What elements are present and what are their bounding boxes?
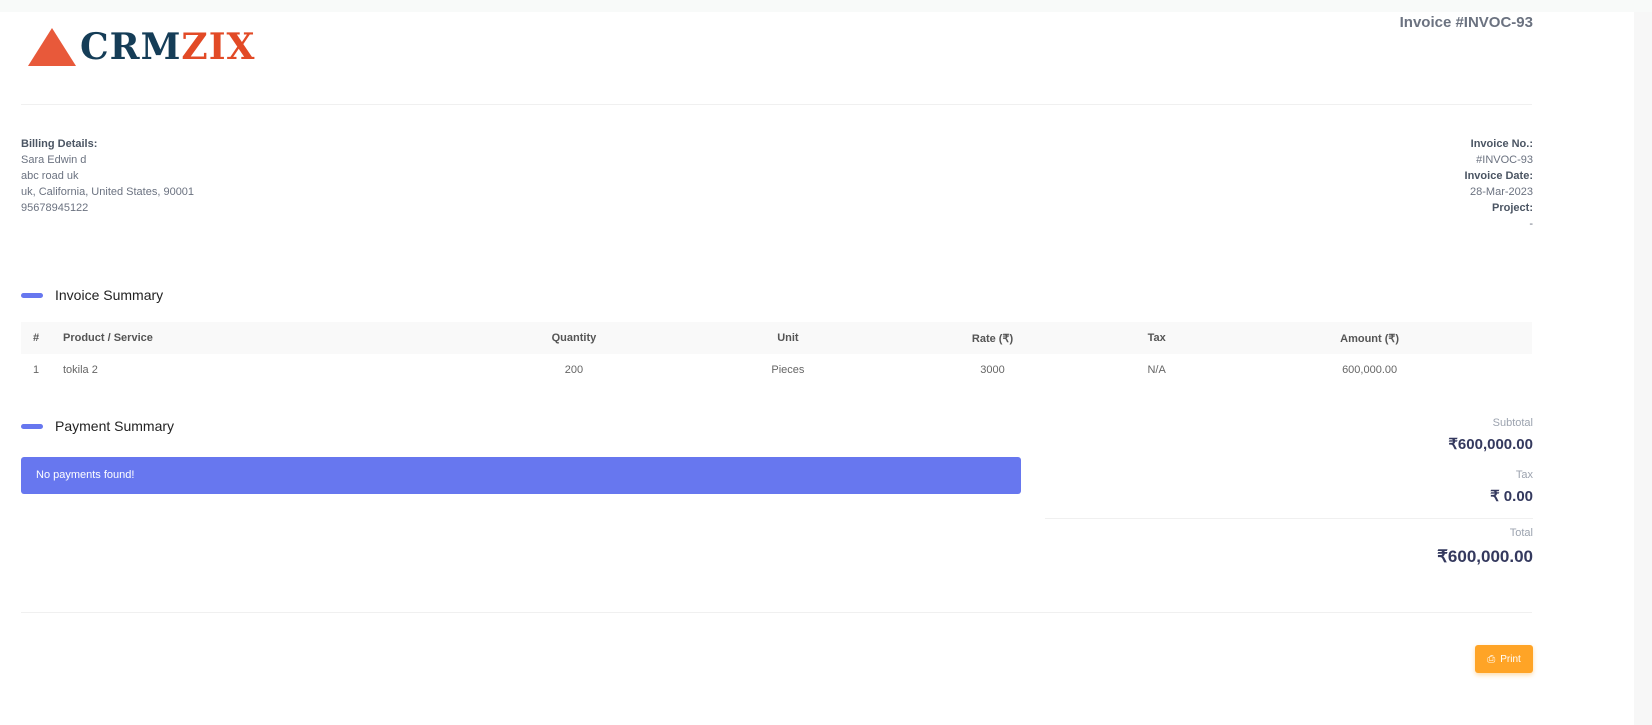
page-title: Invoice #INVOC-93 — [1399, 14, 1533, 31]
top-bar — [0, 0, 1652, 12]
logo-triangle-icon — [28, 28, 76, 66]
cell: 600,000.00 — [1342, 364, 1398, 376]
payment-summary-heading: Payment Summary — [21, 418, 174, 434]
scrollbar[interactable] — [1634, 12, 1652, 725]
col-header: # — [21, 322, 51, 354]
col-header: Quantity — [451, 322, 697, 354]
invoice-summary-heading: Invoice Summary — [21, 287, 163, 303]
print-button[interactable]: ⎙ Print — [1475, 645, 1533, 673]
billing-label: Billing Details: — [21, 138, 98, 150]
col-header: Tax — [1106, 322, 1208, 354]
billing-details: Billing Details: Sara Edwin d abc road u… — [21, 136, 194, 216]
cell: N/A — [1147, 364, 1166, 376]
col-header: Amount (₹) — [1207, 322, 1532, 354]
billing-phone: 95678945122 — [21, 202, 89, 214]
cell: 1 — [32, 364, 40, 376]
grand-total: Total ₹600,000.00 — [1437, 527, 1533, 566]
tax-total: Tax ₹ 0.00 — [1490, 469, 1533, 505]
billing-name: Sara Edwin d — [21, 154, 87, 166]
cell: Pieces — [771, 364, 805, 376]
printer-icon: ⎙ — [1487, 653, 1496, 665]
crmzix-logo: CRMZIX — [28, 26, 255, 68]
invoice-no-label: Invoice No.: — [1470, 138, 1533, 150]
invoice-no: #INVOC-93 — [1476, 154, 1533, 166]
invoice-date: 28-Mar-2023 — [1470, 186, 1533, 198]
invoice-meta: Invoice No.: #INVOC-93 Invoice Date: 28-… — [1465, 136, 1533, 232]
col-header: Product / Service — [51, 322, 451, 354]
invoice-date-label: Invoice Date: — [1464, 170, 1533, 182]
subtotal: Subtotal ₹600,000.00 — [1448, 417, 1533, 453]
cell: 3000 — [980, 364, 1005, 376]
project-value: - — [1529, 218, 1533, 230]
divider — [1045, 518, 1533, 519]
col-header: Unit — [696, 322, 879, 354]
table-row: 1 tokila 2 200 Pieces 3000 N/A 600,000.0… — [21, 354, 1532, 386]
billing-address1: abc road uk — [21, 170, 79, 182]
billing-address2: uk, California, United States, 90001 — [21, 186, 195, 198]
divider — [21, 612, 1532, 613]
invoice-table: # Product / Service Quantity Unit Rate (… — [21, 322, 1532, 386]
cell: 200 — [564, 364, 584, 376]
project-label: Project: — [1492, 202, 1533, 214]
no-payments-alert: No payments found! — [21, 457, 1021, 494]
col-header: Rate (₹) — [878, 322, 1107, 354]
cell: tokila 2 — [63, 364, 98, 376]
divider — [21, 104, 1532, 105]
